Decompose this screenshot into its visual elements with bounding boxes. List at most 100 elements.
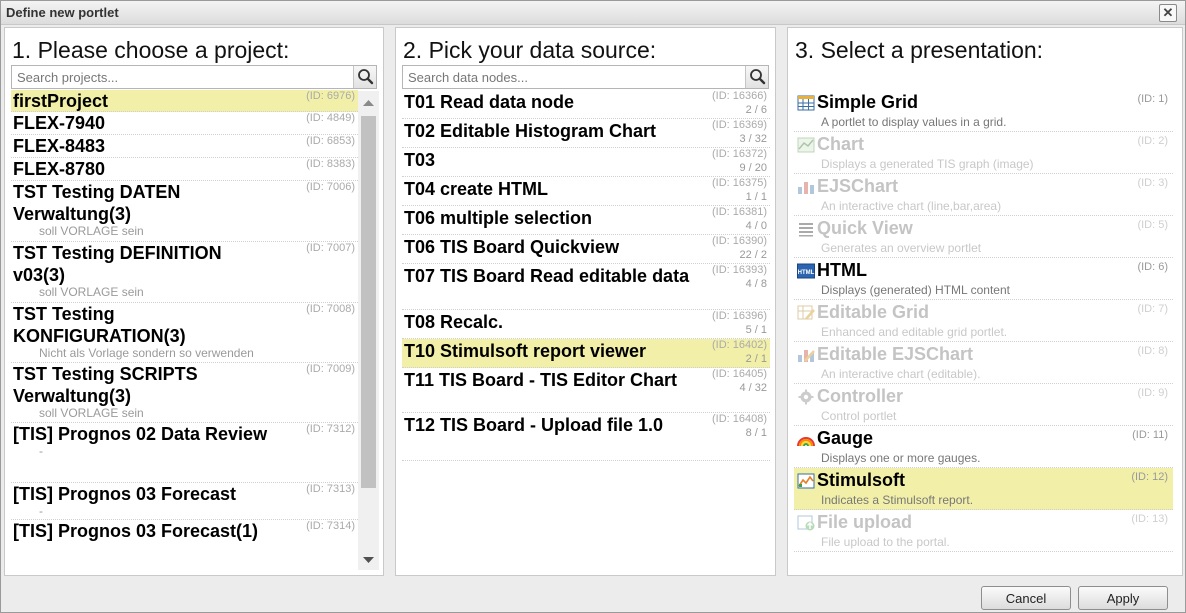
- datasource-id: (ID: 16375): [711, 177, 767, 189]
- project-list: firstProject (ID: 6976) FLEX-7940 (ID: 4…: [11, 90, 358, 568]
- datasource-search-input[interactable]: [403, 66, 746, 88]
- datasource-item[interactable]: T03 (ID: 16372) 9 / 20: [402, 148, 770, 177]
- datasource-id: (ID: 16381): [711, 206, 767, 218]
- project-scrollbar[interactable]: [358, 91, 379, 570]
- presentation-description: A portlet to display values in a grid.: [821, 115, 1007, 129]
- presentation-simple-grid[interactable]: Simple Grid (ID: 1) A portlet to display…: [794, 90, 1173, 132]
- dialog-title: Define new portlet: [6, 5, 119, 20]
- presentation-editable-ejschart[interactable]: Editable EJSChart (ID: 8) An interactive…: [794, 342, 1173, 384]
- project-panel: 1. Please choose a project: firstProject…: [4, 27, 384, 576]
- presentation-name: Simple Grid: [817, 92, 919, 112]
- datasource-id: (ID: 16366): [711, 90, 767, 102]
- presentation-name: Controller: [817, 386, 904, 406]
- presentation-name: Gauge: [817, 428, 874, 448]
- datasource-heading: 2. Pick your data source:: [403, 37, 657, 63]
- datasource-id: (ID: 16402): [711, 339, 767, 351]
- presentation-chart[interactable]: Chart (ID: 2) Displays a generated TIS g…: [794, 132, 1173, 174]
- project-search-box: [11, 65, 377, 89]
- scrollbar-thumb[interactable]: [361, 116, 376, 488]
- project-item[interactable]: TST Testing SCRIPTS Verwaltung(3) (ID: 7…: [11, 363, 358, 423]
- datasource-item[interactable]: T10 Stimulsoft report viewer (ID: 16402)…: [402, 339, 770, 368]
- presentation-editable-grid[interactable]: Editable Grid (ID: 7) Enhanced and edita…: [794, 300, 1173, 342]
- project-item[interactable]: FLEX-8483 (ID: 6853): [11, 135, 358, 158]
- grid-icon: [797, 95, 815, 111]
- datasource-count: 4 / 8: [745, 278, 767, 290]
- project-description: soll VORLAGE sein: [39, 285, 144, 299]
- project-name: [TIS] Prognos 02 Data Review: [13, 424, 268, 444]
- apply-button[interactable]: Apply: [1078, 586, 1168, 610]
- datasource-item[interactable]: T11 TIS Board - TIS Editor Chart (ID: 16…: [402, 368, 770, 413]
- close-icon[interactable]: ✕: [1159, 4, 1177, 22]
- presentation-file-upload[interactable]: File upload (ID: 13) File upload to the …: [794, 510, 1173, 552]
- datasource-name: T02 Editable Histogram Chart: [404, 121, 657, 141]
- project-item[interactable]: [TIS] Prognos 03 Forecast (ID: 7313) -: [11, 483, 358, 520]
- project-item[interactable]: firstProject (ID: 6976): [11, 90, 358, 112]
- dialog-titlebar: Define new portlet ✕: [1, 1, 1185, 25]
- project-item[interactable]: FLEX-8780 (ID: 8383): [11, 158, 358, 181]
- presentation-id: (ID: 11): [1132, 429, 1168, 441]
- presentation-description: Displays one or more gauges.: [821, 451, 981, 465]
- project-item[interactable]: TST Testing DEFINITION v03(3) (ID: 7007)…: [11, 242, 358, 303]
- html-icon: HTML: [797, 263, 815, 279]
- project-item[interactable]: [TIS] Prognos 03 Forecast(1) (ID: 7314): [11, 520, 358, 568]
- presentation-stimulsoft[interactable]: Stimulsoft (ID: 12) Indicates a Stimulso…: [794, 468, 1173, 510]
- project-name: TST Testing SCRIPTS Verwaltung(3): [13, 364, 198, 406]
- datasource-item[interactable]: T08 Recalc. (ID: 16396) 5 / 1: [402, 310, 770, 339]
- presentation-id: (ID: 5): [1137, 219, 1168, 231]
- project-name: TST Testing DATEN Verwaltung(3): [13, 182, 181, 224]
- presentation-quick-view[interactable]: Quick View (ID: 5) Generates an overview…: [794, 216, 1173, 258]
- cancel-button[interactable]: Cancel: [981, 586, 1071, 610]
- project-id: (ID: 6976): [306, 90, 355, 102]
- presentation-description: An interactive chart (line,bar,area): [821, 199, 1002, 213]
- scroll-down-icon[interactable]: [358, 552, 379, 568]
- rainbow-icon: [797, 437, 815, 447]
- project-item[interactable]: TST Testing KONFIGURATION(3) (ID: 7008) …: [11, 303, 358, 363]
- presentation-description: Enhanced and editable grid portlet.: [821, 325, 1008, 339]
- presentation-html[interactable]: HTML HTML (ID: 6) Displays (generated) H…: [794, 258, 1173, 300]
- datasource-name: T06 TIS Board Quickview: [404, 237, 620, 257]
- project-name: TST Testing DEFINITION v03(3): [13, 243, 222, 285]
- datasource-item[interactable]: T06 TIS Board Quickview (ID: 16390) 22 /…: [402, 235, 770, 264]
- upload-icon: [797, 515, 815, 531]
- list-lines-icon: [799, 223, 813, 237]
- datasource-name: T10 Stimulsoft report viewer: [404, 341, 647, 361]
- presentation-description: Generates an overview portlet: [821, 241, 982, 255]
- project-search-button[interactable]: [353, 66, 376, 88]
- datasource-item[interactable]: T04 create HTML (ID: 16375) 1 / 1: [402, 177, 770, 206]
- project-item[interactable]: [TIS] Prognos 02 Data Review (ID: 7312) …: [11, 423, 358, 483]
- presentation-controller[interactable]: Controller (ID: 9) Control portlet: [794, 384, 1173, 426]
- project-id: (ID: 7006): [306, 181, 355, 193]
- report-icon: [797, 473, 815, 489]
- presentation-description: Displays (generated) HTML content: [821, 283, 1010, 297]
- project-item[interactable]: FLEX-7940 (ID: 4849): [11, 112, 358, 135]
- datasource-count: 22 / 2: [739, 249, 767, 261]
- project-search-input[interactable]: [12, 66, 354, 88]
- presentation-ejschart[interactable]: EJSChart (ID: 3) An interactive chart (l…: [794, 174, 1173, 216]
- datasource-item[interactable]: T06 multiple selection (ID: 16381) 4 / 0: [402, 206, 770, 235]
- presentation-panel: 3. Select a presentation: Simple Grid (I…: [787, 27, 1183, 576]
- datasource-count: 5 / 1: [745, 324, 767, 336]
- project-item[interactable]: TST Testing DATEN Verwaltung(3) (ID: 700…: [11, 181, 358, 242]
- datasource-item[interactable]: T02 Editable Histogram Chart (ID: 16369)…: [402, 119, 770, 148]
- project-description: -: [39, 444, 43, 458]
- datasource-count: 3 / 32: [739, 133, 767, 145]
- datasource-id: (ID: 16408): [711, 413, 767, 425]
- scroll-up-icon[interactable]: [358, 95, 379, 111]
- project-id: (ID: 8383): [306, 158, 355, 170]
- datasource-item[interactable]: T01 Read data node (ID: 16366) 2 / 6: [402, 90, 770, 119]
- project-heading: 1. Please choose a project:: [12, 37, 290, 63]
- presentation-gauge[interactable]: Gauge (ID: 11) Displays one or more gaug…: [794, 426, 1173, 468]
- datasource-id: (ID: 16396): [711, 310, 767, 322]
- presentation-id: (ID: 6): [1137, 261, 1168, 273]
- datasource-name: T11 TIS Board - TIS Editor Chart: [404, 370, 678, 390]
- datasource-search-button[interactable]: [745, 66, 768, 88]
- datasource-count: 4 / 32: [739, 382, 767, 394]
- datasource-item[interactable]: T07 TIS Board Read editable data (ID: 16…: [402, 264, 770, 310]
- svg-text:HTML: HTML: [798, 270, 815, 276]
- presentation-name: HTML: [817, 260, 867, 280]
- presentation-description: An interactive chart (editable).: [821, 367, 981, 381]
- datasource-item[interactable]: T12 TIS Board - Upload file 1.0 (ID: 164…: [402, 413, 770, 461]
- project-id: (ID: 7314): [306, 520, 355, 532]
- datasource-name: T08 Recalc.: [404, 312, 504, 332]
- datasource-id: (ID: 16372): [711, 148, 767, 160]
